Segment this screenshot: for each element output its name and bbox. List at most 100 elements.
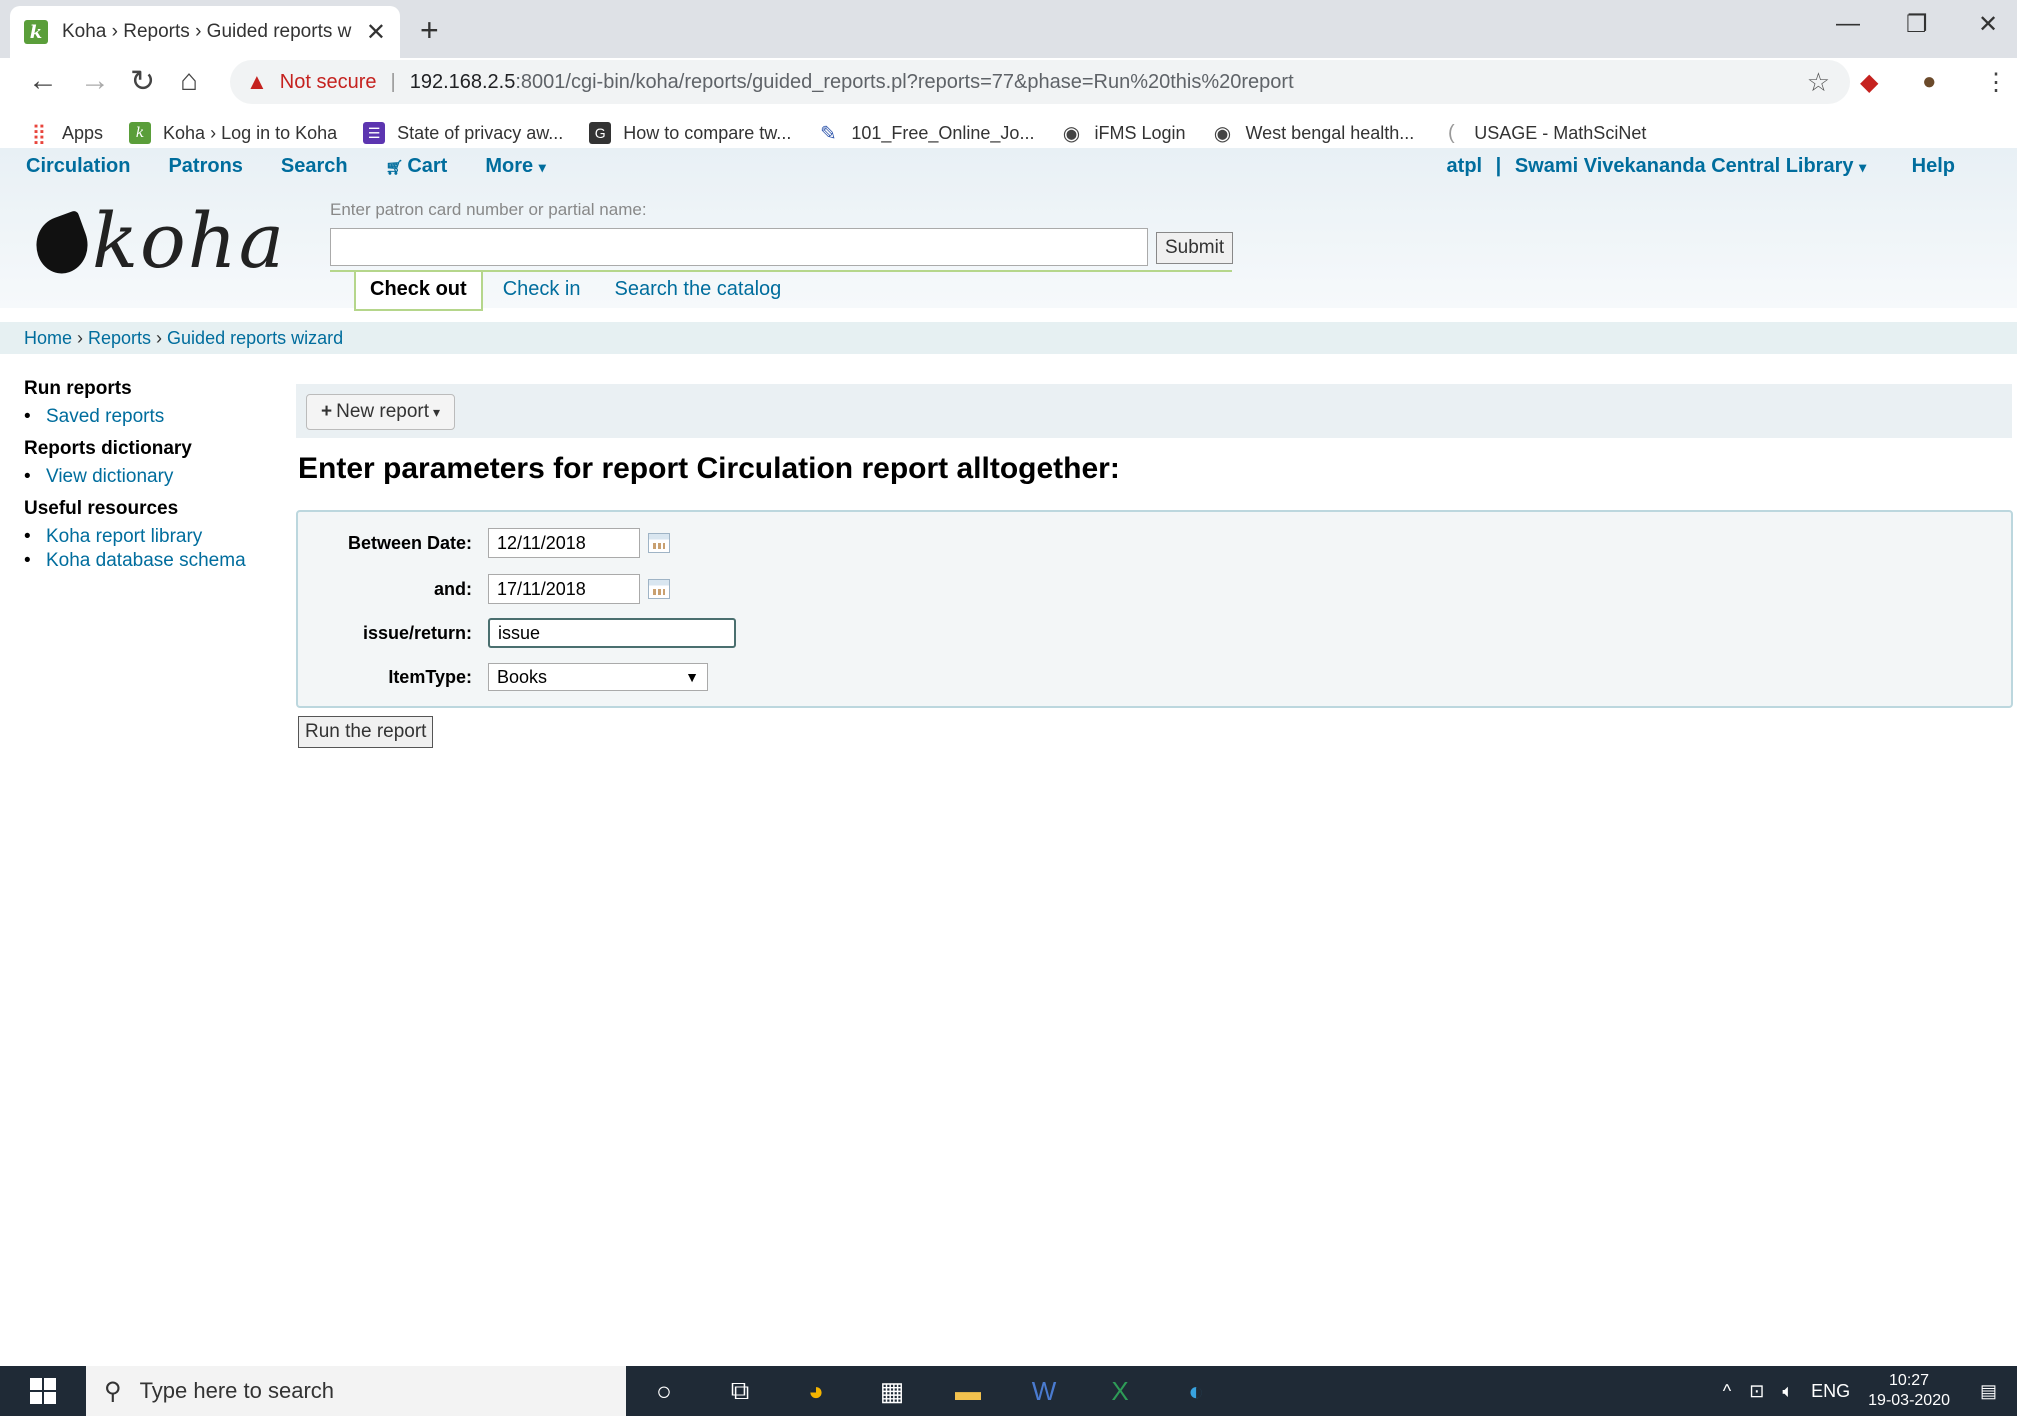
patron-submit-button[interactable]: Submit — [1156, 232, 1234, 264]
restore-icon[interactable]: ❐ — [1906, 10, 1928, 39]
breadcrumb-separator: › — [156, 327, 163, 348]
caret-down-icon: ▾ — [433, 403, 441, 420]
new-report-button[interactable]: + New report ▾ — [306, 394, 456, 430]
file-explorer-icon[interactable]: ▬ — [930, 1366, 1006, 1416]
tab-check-out[interactable]: Check out — [354, 272, 483, 311]
nav-circulation[interactable]: Circulation — [26, 155, 130, 178]
param-label: issue/return: — [362, 622, 472, 643]
koha-drop-icon — [27, 209, 97, 281]
reload-icon[interactable]: ↻ — [130, 64, 155, 99]
bookmark-how-to-compare[interactable]: G How to compare tw... — [589, 122, 791, 144]
volume-muted-icon[interactable]: 🔈︎ — [1782, 1381, 1793, 1402]
bookmark-label: State of privacy aw... — [397, 122, 564, 143]
between-date-input[interactable]: 12/11/2018 — [488, 528, 640, 558]
excel-icon[interactable]: X — [1082, 1366, 1158, 1416]
plus-icon: + — [321, 401, 333, 422]
koha-logo-text: koha — [92, 196, 287, 285]
feather-favicon: ✎ — [819, 122, 837, 145]
mathscinet-favicon: ( — [1447, 121, 1455, 144]
param-label: ItemType: — [388, 666, 472, 687]
calculator-icon[interactable]: ▦ — [854, 1366, 930, 1416]
new-tab-button[interactable]: + — [420, 12, 439, 49]
home-icon[interactable]: ⌂ — [180, 64, 198, 98]
nav-cart[interactable]: 🛒︎ Cart — [386, 155, 448, 178]
menu-kebab-icon[interactable]: ⋮ — [1984, 68, 2008, 97]
nav-search[interactable]: Search — [281, 155, 348, 178]
tab-check-in[interactable]: Check in — [489, 272, 595, 311]
profile-avatar-icon[interactable]: ● — [1922, 68, 1937, 96]
nav-patrons[interactable]: Patrons — [168, 155, 242, 178]
minimize-icon[interactable]: — — [1836, 10, 1860, 38]
back-icon[interactable]: ← — [28, 64, 58, 98]
calendar-icon[interactable] — [648, 533, 670, 553]
word-icon[interactable]: W — [1006, 1366, 1082, 1416]
param-label: Between Date: — [347, 532, 472, 553]
patron-search-input[interactable] — [330, 228, 1148, 266]
bookmark-apps[interactable]: ⣿ Apps — [28, 122, 103, 145]
help-link[interactable]: Help — [1912, 155, 1955, 177]
clock-date: 19-03-2020 — [1868, 1392, 1950, 1409]
sidebar-item-saved-reports[interactable]: Saved reports — [24, 406, 274, 428]
breadcrumb-reports[interactable]: Reports — [88, 328, 151, 349]
task-view-icon[interactable]: ⧉ — [702, 1366, 778, 1416]
sidebar-list: View dictionary — [24, 466, 274, 488]
breadcrumb-home[interactable]: Home — [24, 328, 72, 349]
nav-more[interactable]: More ▾ — [485, 155, 545, 178]
issue-return-input[interactable]: issue — [488, 618, 736, 648]
library-selector[interactable]: Swami Vivekananda Central Library — [1515, 155, 1854, 177]
network-icon[interactable]: ⊡ — [1749, 1381, 1764, 1402]
bookmark-label: Koha › Log in to Koha — [163, 122, 338, 143]
taskbar-search[interactable]: ⚲ Type here to search — [86, 1366, 626, 1416]
koha-favicon: k — [129, 122, 152, 144]
edge-icon[interactable]: ◐ — [1158, 1366, 1234, 1416]
apps-grid-icon: ⣿ — [31, 122, 47, 145]
globe-icon: ◉ — [1213, 122, 1232, 145]
bookmark-koha-login[interactable]: k Koha › Log in to Koha — [129, 122, 337, 144]
logged-in-user[interactable]: atpl — [1447, 155, 1483, 177]
bookmark-state-privacy[interactable]: ☰ State of privacy aw... — [363, 122, 563, 144]
itemtype-select[interactable]: Books ▼ — [488, 663, 708, 691]
bookmark-label: How to compare tw... — [623, 122, 792, 143]
bookmark-ifms-login[interactable]: ◉ iFMS Login — [1060, 122, 1186, 145]
param-row-between-date: Between Date: 12/11/2018 — [298, 526, 998, 560]
run-report-button[interactable]: Run the report — [298, 716, 434, 748]
bookmark-free-online-jobs[interactable]: ✎ 101_Free_Online_Jo... — [817, 122, 1035, 145]
nav-more-label: More — [485, 154, 534, 177]
and-date-input[interactable]: 17/11/2018 — [488, 574, 640, 604]
browser-tabstrip: k Koha › Reports › Guided reports w ✕ + … — [0, 0, 2017, 58]
sidebar-item-koha-database-schema[interactable]: Koha database schema — [24, 550, 274, 572]
tab-search-catalog[interactable]: Search the catalog — [601, 272, 796, 311]
start-button[interactable] — [0, 1366, 86, 1416]
chrome-icon[interactable]: ◕ — [778, 1366, 854, 1416]
report-parameters-form: Between Date: 12/11/2018 and: 17/11/2018… — [296, 510, 2013, 708]
address-separator: | — [390, 70, 396, 93]
bookmark-west-bengal-health[interactable]: ◉ West bengal health... — [1212, 122, 1415, 145]
sidebar-item-koha-report-library[interactable]: Koha report library — [24, 526, 274, 548]
sidebar-list: Koha report library Koha database schema — [24, 526, 274, 572]
sidebar-item-view-dictionary[interactable]: View dictionary — [24, 466, 274, 488]
breadcrumb-separator: › — [77, 327, 84, 348]
sidebar-heading-useful-resources: Useful resources — [24, 498, 179, 519]
language-indicator[interactable]: ENG — [1811, 1381, 1850, 1402]
bookmark-star-icon[interactable]: ☆ — [1807, 67, 1830, 98]
breadcrumb-guided-reports[interactable]: Guided reports wizard — [167, 328, 343, 349]
reports-sidebar: Run reports Saved reports Reports dictio… — [24, 378, 274, 582]
close-window-icon[interactable]: ✕ — [1978, 10, 1998, 39]
koha-logo[interactable]: koha — [27, 196, 287, 285]
forward-icon[interactable]: → — [80, 64, 110, 98]
patron-search-label: Enter patron card number or partial name… — [330, 200, 647, 219]
calendar-icon[interactable] — [648, 579, 670, 599]
browser-tab-active[interactable]: k Koha › Reports › Guided reports w ✕ — [10, 6, 400, 58]
chevron-up-icon[interactable]: ^ — [1723, 1381, 1731, 1402]
clock[interactable]: 10:27 19-03-2020 — [1868, 1371, 1950, 1411]
cortana-icon[interactable]: ○ — [626, 1366, 702, 1416]
sidebar-list: Saved reports — [24, 406, 274, 428]
bookmark-mathscinet[interactable]: ( USAGE - MathSciNet — [1440, 122, 1646, 144]
bookmark-label: USAGE - MathSciNet — [1474, 122, 1647, 143]
extension-icon[interactable]: ◆ — [1860, 68, 1878, 97]
close-tab-icon[interactable]: ✕ — [366, 18, 386, 47]
breadcrumb: Home › Reports › Guided reports wizard — [0, 322, 2017, 354]
param-label: and: — [434, 578, 472, 599]
notifications-icon[interactable]: ▤ — [1980, 1381, 1997, 1402]
address-bar[interactable]: ▲ Not secure | 192.168.2.5 :8001/cgi-bin… — [230, 60, 1850, 104]
